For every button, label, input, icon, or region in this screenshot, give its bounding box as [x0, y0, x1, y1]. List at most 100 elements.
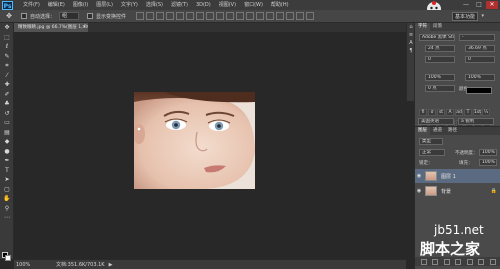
gradient-tool-icon[interactable]: ▤	[0, 128, 14, 138]
dodge-tool-icon[interactable]: ●	[0, 147, 14, 157]
contextual-alternates-button[interactable]: σ	[428, 109, 436, 116]
tab-paths[interactable]: 路径	[445, 127, 460, 135]
extra-tools-icon[interactable]: ⋯	[0, 213, 14, 223]
workspace-switcher[interactable]: 基本功能	[452, 12, 478, 21]
discretionary-ligatures-button[interactable]: st	[437, 109, 445, 116]
3d-scale-icon[interactable]	[306, 12, 315, 20]
healing-brush-tool-icon[interactable]: ✚	[0, 80, 14, 90]
fx-icon[interactable]	[432, 258, 438, 265]
ligatures-button[interactable]: fi	[419, 109, 427, 116]
distribute-bottom-icon[interactable]	[216, 12, 225, 20]
status-menu-arrow-icon[interactable]: ▶	[109, 262, 113, 268]
fill-field[interactable]: 100%	[479, 159, 497, 166]
tab-layers[interactable]: 图层	[415, 127, 430, 135]
distribute-vcenter-icon[interactable]	[206, 12, 215, 20]
language-field[interactable]: 美国英语	[418, 118, 454, 125]
menu-file[interactable]: 文件(F)	[19, 0, 44, 10]
adjustment-icon[interactable]	[455, 258, 461, 265]
menu-type[interactable]: 文字(Y)	[117, 0, 142, 10]
menu-view[interactable]: 视图(V)	[215, 0, 240, 10]
background-color-swatch[interactable]	[5, 255, 11, 261]
pen-tool-icon[interactable]: ✒	[0, 156, 14, 166]
menu-select[interactable]: 选择(S)	[142, 0, 167, 10]
menu-filter[interactable]: 滤镜(T)	[167, 0, 192, 10]
baseline-shift-field[interactable]: 0 点	[425, 85, 455, 92]
close-button[interactable]: ✕	[486, 1, 498, 9]
document-tab[interactable]: 精致眼睛.jpg @ 66.7%(图层 1, RGB/8#) *	[14, 23, 88, 32]
zoom-level[interactable]: 100%	[16, 261, 34, 269]
titling-alternates-button[interactable]: T	[464, 109, 472, 116]
3d-pan-icon[interactable]	[286, 12, 295, 20]
align-left-icon[interactable]	[166, 12, 175, 20]
3d-slide-icon[interactable]	[296, 12, 305, 20]
marquee-tool-icon[interactable]: ⬚	[0, 33, 14, 43]
layer-filter-dropdown[interactable]: 类型	[419, 138, 443, 145]
3d-mode-icon[interactable]	[266, 12, 275, 20]
tracking-field[interactable]: 0	[465, 56, 495, 63]
text-color-swatch[interactable]	[466, 87, 492, 94]
maximize-button[interactable]: □	[473, 1, 485, 9]
zoom-tool-icon[interactable]: ⚲	[0, 204, 14, 214]
distribute-hcenter-icon[interactable]	[236, 12, 245, 20]
menu-image[interactable]: 图像(I)	[69, 0, 92, 10]
move-tool-icon[interactable]: ✥	[3, 11, 15, 21]
hand-tool-icon[interactable]: ✋	[0, 194, 14, 204]
eye-icon[interactable]: ◉	[415, 188, 423, 194]
font-style-field[interactable]: -	[459, 34, 495, 41]
align-top-icon[interactable]	[136, 12, 145, 20]
leading-field[interactable]: 36.69 点	[465, 45, 495, 52]
3d-rotate-icon[interactable]	[276, 12, 285, 20]
kerning-field[interactable]: 0	[425, 56, 455, 63]
auto-align-icon[interactable]	[256, 12, 265, 20]
lasso-tool-icon[interactable]: ℓ	[0, 42, 14, 52]
align-bottom-icon[interactable]	[156, 12, 165, 20]
menu-edit[interactable]: 编辑(E)	[44, 0, 69, 10]
menu-3d[interactable]: 3D(D)	[192, 0, 215, 10]
path-select-tool-icon[interactable]: ➤	[0, 175, 14, 185]
brush-tool-icon[interactable]: ✐	[0, 90, 14, 100]
ordinals-button[interactable]: 1st	[473, 109, 481, 116]
trash-icon[interactable]	[489, 258, 496, 265]
history-brush-tool-icon[interactable]: ↺	[0, 109, 14, 119]
mask-icon[interactable]	[443, 258, 450, 265]
chevron-down-icon[interactable]: ▾	[481, 13, 484, 19]
eraser-tool-icon[interactable]: ▭	[0, 118, 14, 128]
distribute-right-icon[interactable]	[246, 12, 255, 20]
new-layer-icon[interactable]	[478, 258, 484, 265]
menu-window[interactable]: 窗口(W)	[240, 0, 267, 10]
tab-paragraph[interactable]: 段落	[430, 23, 445, 31]
quick-select-tool-icon[interactable]: ✎	[0, 52, 14, 62]
move-tool-icon[interactable]: ✥	[0, 23, 14, 33]
crop-tool-icon[interactable]: ⌗	[0, 61, 14, 71]
stylistic-alternates-button[interactable]: ad	[455, 109, 463, 116]
font-size-field[interactable]: 24 点	[425, 45, 455, 52]
auto-select-dropdown[interactable]: 组	[59, 12, 80, 20]
type-tool-icon[interactable]: T	[0, 166, 14, 176]
horizontal-scale-field[interactable]: 100%	[465, 74, 495, 81]
clone-stamp-tool-icon[interactable]: ♣	[0, 99, 14, 109]
layer-row[interactable]: ◉ 背景 🔒	[415, 184, 500, 198]
tab-channels[interactable]: 通道	[430, 127, 445, 135]
tab-character[interactable]: 字符	[415, 23, 430, 31]
distribute-left-icon[interactable]	[226, 12, 235, 20]
canvas-area[interactable]	[14, 32, 406, 259]
align-right-icon[interactable]	[186, 12, 195, 20]
blur-tool-icon[interactable]: ◆	[0, 137, 14, 147]
opacity-field[interactable]: 100%	[479, 149, 497, 156]
blend-mode-dropdown[interactable]: 正常	[419, 149, 445, 156]
minimize-button[interactable]: —	[460, 1, 472, 9]
layer-row[interactable]: ◉ 图层 1	[415, 169, 500, 183]
eye-icon[interactable]: ◉	[415, 173, 423, 179]
eyedropper-tool-icon[interactable]: ⁄	[0, 71, 14, 81]
folder-icon[interactable]	[466, 258, 473, 265]
show-transform-checkbox[interactable]	[87, 13, 94, 19]
menu-layer[interactable]: 图层(L)	[92, 0, 117, 10]
distribute-top-icon[interactable]	[196, 12, 205, 20]
menu-help[interactable]: 帮助(H)	[267, 0, 293, 10]
align-vcenter-icon[interactable]	[146, 12, 155, 20]
font-family-field[interactable]: Adobe 黑体 Std	[419, 34, 455, 41]
shape-tool-icon[interactable]: ▢	[0, 185, 14, 195]
align-hcenter-icon[interactable]	[176, 12, 185, 20]
vertical-scale-field[interactable]: 100%	[425, 74, 455, 81]
swash-button[interactable]: A	[446, 109, 454, 116]
